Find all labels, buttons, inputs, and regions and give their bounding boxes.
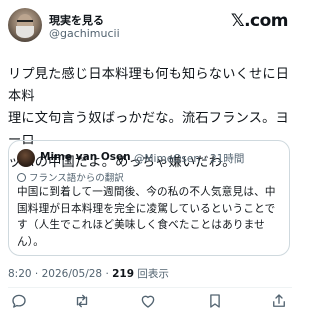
views-count: 219: [112, 268, 135, 280]
views-label: 回表示: [134, 268, 169, 280]
globe-icon: [17, 173, 26, 182]
quoted-text: 中国に到着して一週間後、今の私の不人気意見は、中 国料理が日本料理を完全に凌駕し…: [17, 186, 276, 248]
user-avatar[interactable]: [8, 8, 42, 42]
quoted-avatar: [17, 149, 35, 167]
share-icon[interactable]: [270, 292, 290, 312]
user-name[interactable]: 現実を見る: [49, 12, 104, 28]
repost-icon[interactable]: [73, 292, 93, 312]
avatar-beard: [16, 26, 34, 38]
quoted-name: Mime van Osen: [40, 151, 131, 163]
divider: [8, 287, 292, 288]
bookmark-icon[interactable]: [206, 292, 226, 312]
heart-icon[interactable]: [139, 292, 159, 312]
action-bar: [0, 292, 300, 312]
translation-note: フランス語からの翻訳: [17, 170, 124, 184]
quoted-post[interactable]: Mime van Osen @MimeOsen · 21時間 フランス語からの翻…: [8, 140, 290, 256]
post-card: 現実を見る @gachimucii 𝕏.com リプ見た感じ日本料理も何も知らな…: [0, 0, 300, 318]
avatar-glasses: [17, 20, 33, 26]
timestamp[interactable]: 8:20 · 2026/05/28 ·: [8, 268, 112, 280]
comment-icon[interactable]: [10, 292, 30, 312]
user-handle[interactable]: @gachimucii: [49, 27, 120, 40]
post-meta: 8:20 · 2026/05/28 · 219 回表示: [8, 266, 169, 281]
translation-label: フランス語からの翻訳: [29, 173, 124, 184]
x-logo: 𝕏.com: [230, 11, 289, 31]
quoted-handle-time: @MimeOsen · 21時間: [134, 153, 245, 165]
